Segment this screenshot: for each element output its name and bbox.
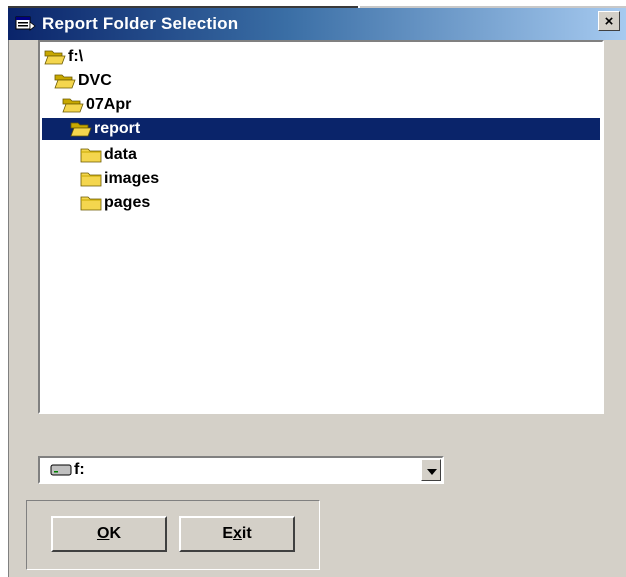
ok-mnemonic: O xyxy=(96,525,110,542)
tree-item-data[interactable]: data xyxy=(80,144,137,166)
tree-item-label: data xyxy=(104,146,137,163)
chevron-down-icon[interactable] xyxy=(421,459,441,481)
tree-item-images[interactable]: images xyxy=(80,168,159,190)
drive-value: f: xyxy=(74,461,85,478)
ok-button[interactable]: OK xyxy=(51,516,167,552)
tree-item-label: images xyxy=(104,170,160,187)
closed-folder-icon xyxy=(80,196,102,211)
open-folder-icon xyxy=(70,122,92,137)
open-folder-icon xyxy=(44,50,66,65)
exit-label-start: E xyxy=(222,525,233,542)
tree-item-label: DVC xyxy=(78,72,112,89)
tree-item-label: f:\ xyxy=(68,48,84,65)
window-title: Report Folder Selection xyxy=(42,14,239,33)
exit-mnemonic: x xyxy=(232,525,242,542)
tree-item-label: pages xyxy=(104,194,151,211)
window-app-icon[interactable] xyxy=(15,14,37,34)
tree-item-report[interactable]: report xyxy=(42,118,600,140)
ok-label-rest: K xyxy=(109,525,121,542)
tree-item-label: 07Apr xyxy=(86,96,132,113)
closed-folder-icon xyxy=(80,172,102,187)
exit-button[interactable]: Exit xyxy=(179,516,295,552)
open-folder-icon xyxy=(54,74,76,89)
open-folder-icon xyxy=(62,98,84,113)
exit-label-end: it xyxy=(241,525,252,542)
closed-folder-icon xyxy=(80,148,102,163)
title-bar[interactable]: Report Folder Selection × xyxy=(8,8,626,40)
folder-tree[interactable]: f:\ DVC 07Apr report data images pages xyxy=(38,40,604,414)
tree-item-07apr[interactable]: 07Apr xyxy=(62,94,131,116)
button-group: OK Exit xyxy=(26,500,320,570)
drive-select[interactable]: f: xyxy=(38,456,444,484)
tree-item-label: report xyxy=(94,120,141,137)
tree-item-root[interactable]: f:\ xyxy=(44,46,83,68)
drive-icon xyxy=(50,464,72,476)
tree-item-pages[interactable]: pages xyxy=(80,192,150,214)
tree-item-dvc[interactable]: DVC xyxy=(54,70,112,92)
close-button[interactable]: × xyxy=(598,11,620,31)
